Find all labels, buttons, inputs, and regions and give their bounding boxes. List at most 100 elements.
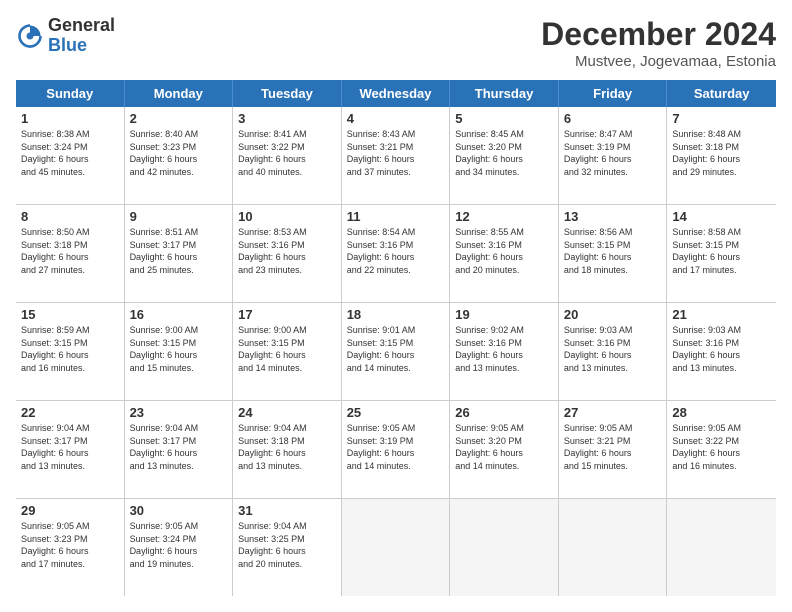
day-info-line: and 13 minutes. [564,362,662,375]
day-number: 23 [130,405,228,420]
day-info-line: Sunrise: 8:43 AM [347,128,445,141]
day-info-line: Sunset: 3:17 PM [21,435,119,448]
day-number: 8 [21,209,119,224]
day-number: 2 [130,111,228,126]
day-number: 17 [238,307,336,322]
day-info-line: Daylight: 6 hours [672,153,771,166]
day-number: 10 [238,209,336,224]
day-info-line: Sunset: 3:15 PM [564,239,662,252]
day-number: 29 [21,503,119,518]
day-cell-17: 17Sunrise: 9:00 AMSunset: 3:15 PMDayligh… [233,303,342,400]
day-info-line: and 23 minutes. [238,264,336,277]
day-info-line: Sunset: 3:20 PM [455,141,553,154]
day-info-line: Sunset: 3:16 PM [564,337,662,350]
day-info-line: and 20 minutes. [455,264,553,277]
day-cell-6: 6Sunrise: 8:47 AMSunset: 3:19 PMDaylight… [559,107,668,204]
day-cell-4: 4Sunrise: 8:43 AMSunset: 3:21 PMDaylight… [342,107,451,204]
day-info-line: Sunset: 3:25 PM [238,533,336,546]
day-number: 20 [564,307,662,322]
day-info-line: and 37 minutes. [347,166,445,179]
day-info-line: Sunset: 3:22 PM [672,435,771,448]
day-info-line: Daylight: 6 hours [21,153,119,166]
day-info-line: Sunset: 3:18 PM [21,239,119,252]
day-info-line: Daylight: 6 hours [455,447,553,460]
day-info-line: Sunrise: 9:00 AM [238,324,336,337]
day-info-line: Sunset: 3:16 PM [455,239,553,252]
day-info-line: Daylight: 6 hours [130,545,228,558]
day-info-line: Daylight: 6 hours [21,251,119,264]
day-info-line: Daylight: 6 hours [21,545,119,558]
day-info-line: Daylight: 6 hours [347,251,445,264]
day-info-line: Daylight: 6 hours [347,153,445,166]
day-number: 13 [564,209,662,224]
day-number: 1 [21,111,119,126]
empty-cell [342,499,451,596]
day-info-line: Sunrise: 8:40 AM [130,128,228,141]
week-row-3: 15Sunrise: 8:59 AMSunset: 3:15 PMDayligh… [16,303,776,401]
day-info-line: Daylight: 6 hours [130,153,228,166]
day-info-line: Daylight: 6 hours [347,447,445,460]
day-info-line: Sunrise: 9:05 AM [130,520,228,533]
header: General Blue December 2024 Mustvee, Joge… [16,16,776,70]
day-cell-28: 28Sunrise: 9:05 AMSunset: 3:22 PMDayligh… [667,401,776,498]
title-block: December 2024 Mustvee, Jogevamaa, Estoni… [541,16,776,70]
week-row-1: 1Sunrise: 8:38 AMSunset: 3:24 PMDaylight… [16,107,776,205]
day-cell-30: 30Sunrise: 9:05 AMSunset: 3:24 PMDayligh… [125,499,234,596]
empty-cell [450,499,559,596]
day-number: 28 [672,405,771,420]
day-info-line: and 14 minutes. [238,362,336,375]
day-info-line: Sunrise: 9:05 AM [672,422,771,435]
day-info-line: Sunrise: 8:48 AM [672,128,771,141]
day-info-line: Daylight: 6 hours [672,251,771,264]
day-info-line: Daylight: 6 hours [564,349,662,362]
subtitle: Mustvee, Jogevamaa, Estonia [541,53,776,70]
day-info-line: Sunrise: 8:47 AM [564,128,662,141]
day-info-line: Daylight: 6 hours [130,349,228,362]
day-number: 30 [130,503,228,518]
day-cell-8: 8Sunrise: 8:50 AMSunset: 3:18 PMDaylight… [16,205,125,302]
day-info-line: and 27 minutes. [21,264,119,277]
day-info-line: Daylight: 6 hours [455,251,553,264]
day-number: 31 [238,503,336,518]
empty-cell [667,499,776,596]
day-info-line: and 14 minutes. [347,362,445,375]
day-info-line: Daylight: 6 hours [455,153,553,166]
day-info-line: Daylight: 6 hours [238,153,336,166]
day-cell-1: 1Sunrise: 8:38 AMSunset: 3:24 PMDaylight… [16,107,125,204]
day-info-line: Sunset: 3:16 PM [455,337,553,350]
day-info-line: Sunrise: 9:03 AM [564,324,662,337]
day-info-line: Sunrise: 8:55 AM [455,226,553,239]
day-number: 16 [130,307,228,322]
day-number: 6 [564,111,662,126]
logo: General Blue [16,16,115,56]
day-info-line: Sunset: 3:16 PM [347,239,445,252]
day-info-line: Sunrise: 9:02 AM [455,324,553,337]
day-number: 21 [672,307,771,322]
day-info-line: Sunset: 3:19 PM [347,435,445,448]
day-number: 3 [238,111,336,126]
day-info-line: Sunrise: 9:00 AM [130,324,228,337]
calendar-body: 1Sunrise: 8:38 AMSunset: 3:24 PMDaylight… [16,107,776,596]
header-day-saturday: Saturday [667,80,776,107]
day-cell-12: 12 Sunrise: 8:55 AMSunset: 3:16 PMDayligh… [450,205,559,302]
day-info-line: Sunrise: 8:56 AM [564,226,662,239]
header-day-friday: Friday [559,80,668,107]
day-info-line: and 42 minutes. [130,166,228,179]
logo-line1: General [48,16,115,36]
day-info-line: Sunrise: 8:59 AM [21,324,119,337]
day-info-line: and 25 minutes. [130,264,228,277]
day-info-line: Sunrise: 9:05 AM [455,422,553,435]
day-info-line: and 18 minutes. [564,264,662,277]
day-info-line: Sunset: 3:24 PM [21,141,119,154]
day-info-line: Daylight: 6 hours [238,447,336,460]
day-cell-7: 7Sunrise: 8:48 AMSunset: 3:18 PMDaylight… [667,107,776,204]
day-cell-31: 31Sunrise: 9:04 AMSunset: 3:25 PMDayligh… [233,499,342,596]
day-info-line: and 13 minutes. [455,362,553,375]
day-cell-20: 20 Sunrise: 9:03 AMSunset: 3:16 PMDayligh… [559,303,668,400]
day-info-line: Daylight: 6 hours [564,153,662,166]
day-cell-2: 2Sunrise: 8:40 AMSunset: 3:23 PMDaylight… [125,107,234,204]
day-info-line: Sunrise: 9:04 AM [238,520,336,533]
day-number: 14 [672,209,771,224]
day-info-line: and 29 minutes. [672,166,771,179]
day-number: 12 [455,209,553,224]
